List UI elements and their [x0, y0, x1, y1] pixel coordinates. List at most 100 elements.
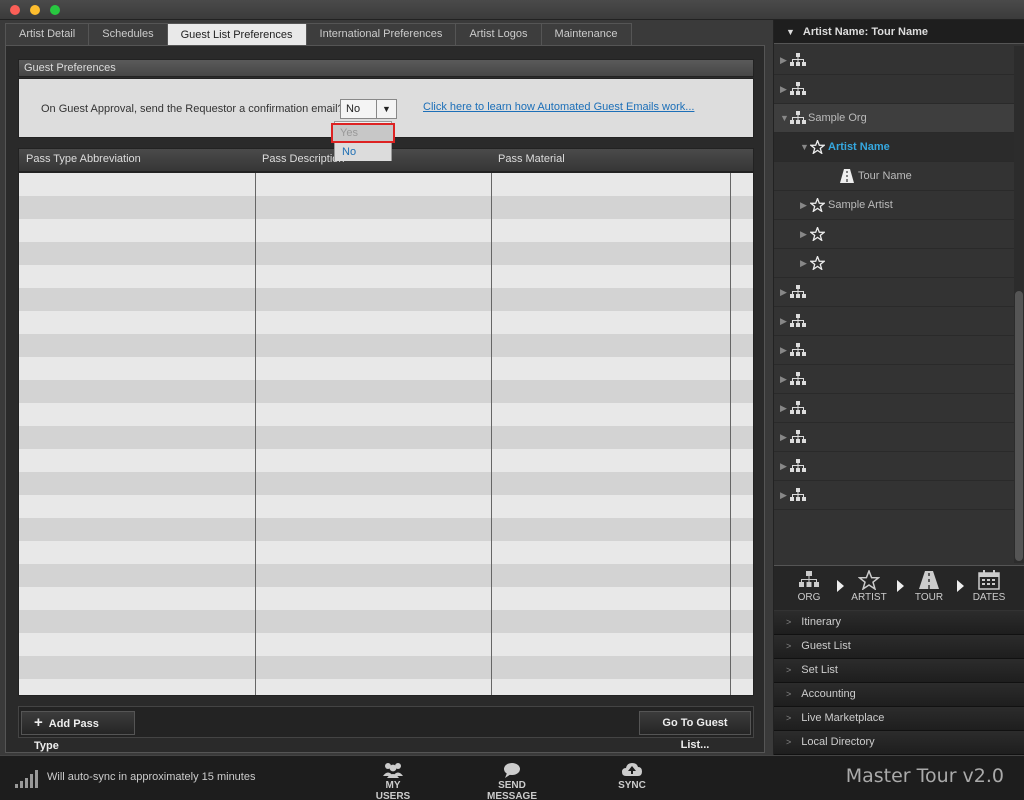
chat-bubble-icon [504, 763, 520, 778]
tab-artist-logos[interactable]: Artist Logos [455, 23, 542, 45]
section-local-directory[interactable]: > Local Directory [774, 731, 1024, 755]
table-row[interactable] [19, 380, 753, 403]
tree-item-org[interactable]: ▶ [774, 278, 1014, 307]
tab-guest-list-preferences[interactable]: Guest List Preferences [166, 23, 307, 47]
tree-item-org[interactable]: ▶ [774, 46, 1014, 75]
tab-international-preferences[interactable]: International Preferences [305, 23, 457, 45]
section-itinerary[interactable]: > Itinerary [774, 611, 1024, 635]
dropdown-option-yes[interactable]: Yes [331, 123, 395, 143]
table-row[interactable] [19, 403, 753, 426]
nav-artist[interactable]: ARTIST [849, 570, 889, 603]
table-row[interactable] [19, 587, 753, 610]
add-pass-type-button[interactable]: + Add Pass Type [21, 711, 135, 752]
table-row[interactable] [19, 564, 753, 587]
nav-dates[interactable]: DATES [969, 570, 1009, 603]
table-row[interactable] [19, 610, 753, 633]
confirmation-email-select[interactable]: No ▼ [340, 99, 397, 119]
tree-item-org[interactable]: ▶ [774, 75, 1014, 104]
tree-item-org[interactable]: ▼ Sample Org [774, 104, 1014, 133]
chevron-down-icon[interactable]: ▼ [800, 142, 809, 152]
chevron-right-icon[interactable]: ▶ [800, 258, 807, 269]
nav-org[interactable]: ORG [789, 570, 829, 603]
nav-tour-label: TOUR [914, 592, 944, 603]
table-row[interactable] [19, 334, 753, 357]
guest-emails-help-link[interactable]: Click here to learn how Automated Guest … [423, 101, 694, 113]
scrollbar-thumb[interactable] [1015, 291, 1023, 561]
column-header-material[interactable]: Pass Material [498, 153, 565, 165]
chevron-right-icon[interactable]: ▶ [780, 55, 787, 66]
chevron-right-icon[interactable]: ▶ [780, 374, 787, 385]
table-row[interactable] [19, 265, 753, 288]
chevron-down-icon[interactable]: ▼ [780, 113, 789, 123]
chevron-right-icon[interactable]: ▶ [780, 345, 787, 356]
tree-item-tour[interactable]: Tour Name [774, 162, 1014, 191]
send-message-button[interactable]: SEND MESSAGE [474, 762, 550, 800]
tree-item-org[interactable]: ▶ [774, 423, 1014, 452]
table-row[interactable] [19, 679, 753, 695]
minimize-window-button[interactable] [30, 5, 40, 15]
chevron-down-icon: ▼ [786, 27, 795, 37]
tree-item-artist[interactable]: ▶ [774, 220, 1014, 249]
auto-sync-status: Will auto-sync in approximately 15 minut… [47, 771, 256, 783]
table-row[interactable] [19, 196, 753, 219]
chevron-right-icon[interactable]: ▶ [780, 316, 787, 327]
table-row[interactable] [19, 495, 753, 518]
chevron-right-icon[interactable]: ▶ [780, 490, 787, 501]
table-row[interactable] [19, 656, 753, 679]
tab-schedules[interactable]: Schedules [88, 23, 168, 45]
column-header-abbreviation[interactable]: Pass Type Abbreviation [26, 153, 141, 165]
column-header-description[interactable]: Pass Description [262, 153, 345, 165]
chevron-right-icon[interactable]: ▶ [780, 403, 787, 414]
table-row[interactable] [19, 288, 753, 311]
chevron-right-icon[interactable]: ▶ [800, 200, 807, 211]
zoom-window-button[interactable] [50, 5, 60, 15]
tree-item-org[interactable]: ▶ [774, 365, 1014, 394]
chevron-right-icon[interactable]: ▶ [780, 287, 787, 298]
confirmation-email-dropdown: Yes No [331, 121, 395, 161]
table-row[interactable] [19, 472, 753, 495]
tree-scrollbar[interactable] [1014, 46, 1024, 563]
chevron-right-icon[interactable]: ▶ [780, 432, 787, 443]
close-window-button[interactable] [10, 5, 20, 15]
signal-strength-icon [15, 770, 38, 788]
nav-tour[interactable]: TOUR [909, 570, 949, 603]
go-to-guest-list-button[interactable]: Go To Guest List... [639, 711, 751, 751]
table-row[interactable] [19, 518, 753, 541]
tab-artist-detail[interactable]: Artist Detail [5, 23, 90, 45]
tree-item-org[interactable]: ▶ [774, 336, 1014, 365]
pass-types-table[interactable] [18, 172, 754, 696]
my-users-button[interactable]: MY USERS [368, 762, 418, 800]
section-accounting[interactable]: > Accounting [774, 683, 1024, 707]
chevron-right-icon: > [786, 641, 792, 651]
chevron-right-icon: > [786, 665, 792, 675]
chevron-right-icon[interactable]: ▶ [800, 229, 807, 240]
sync-button[interactable]: SYNC [617, 762, 647, 791]
tree-item-artist[interactable]: ▶ Sample Artist [774, 191, 1014, 220]
table-row[interactable] [19, 219, 753, 242]
table-row[interactable] [19, 357, 753, 380]
chevron-down-icon[interactable]: ▼ [376, 100, 396, 118]
chevron-right-icon[interactable]: ▶ [780, 84, 787, 95]
dropdown-option-no[interactable]: No [335, 143, 391, 161]
org-icon [790, 111, 806, 125]
table-row[interactable] [19, 449, 753, 472]
table-row[interactable] [19, 173, 753, 196]
section-guest-list[interactable]: > Guest List [774, 635, 1024, 659]
tree-item-artist[interactable]: ▶ [774, 249, 1014, 278]
tree-item-org[interactable]: ▶ [774, 481, 1014, 510]
table-row[interactable] [19, 426, 753, 449]
add-pass-type-label: Add Pass Type [34, 718, 99, 752]
tree-item-org[interactable]: ▶ [774, 452, 1014, 481]
tab-maintenance[interactable]: Maintenance [540, 23, 632, 45]
tree-item-org[interactable]: ▶ [774, 307, 1014, 336]
table-row[interactable] [19, 311, 753, 334]
tree-item-org[interactable]: ▶ [774, 394, 1014, 423]
tree-item-artist[interactable]: ▼ Artist Name [774, 133, 1014, 162]
table-row[interactable] [19, 633, 753, 656]
section-live-marketplace[interactable]: > Live Marketplace [774, 707, 1024, 731]
chevron-right-icon[interactable]: ▶ [780, 461, 787, 472]
section-set-list[interactable]: > Set List [774, 659, 1024, 683]
table-row[interactable] [19, 541, 753, 564]
table-row[interactable] [19, 242, 753, 265]
artist-tour-header[interactable]: ▼ Artist Name: Tour Name [774, 20, 1024, 44]
